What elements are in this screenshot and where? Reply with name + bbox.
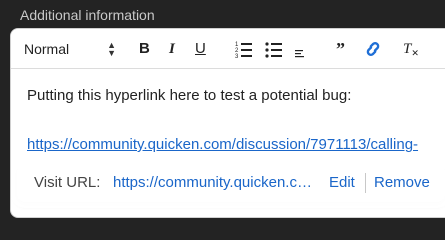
link-button[interactable] [363, 38, 383, 60]
underline-button[interactable]: U [195, 38, 209, 60]
bullet-list-icon [265, 42, 282, 58]
section-label: Additional information [20, 7, 155, 23]
editor-toolbar: Normal ▲ ▼ B I U 1 2 3 ” T✕ [11, 29, 445, 69]
align-button[interactable] [293, 38, 309, 60]
heading-select[interactable]: Normal ▲ ▼ [24, 38, 116, 60]
bullet-list-button[interactable] [265, 38, 283, 60]
quote-icon: ” [336, 39, 345, 59]
ordered-list-button[interactable]: 1 2 3 [235, 38, 253, 60]
svg-text:3: 3 [235, 54, 239, 60]
edit-link-button[interactable]: Edit [329, 174, 355, 191]
hyperlink[interactable]: https://community.quicken.com/discussion… [27, 136, 418, 153]
link-tooltip: Visit URL: https://community.quicken.com… [17, 164, 445, 202]
clear-format-button[interactable]: T✕ [403, 38, 423, 60]
link-icon [366, 42, 380, 56]
italic-button[interactable]: I [169, 38, 183, 60]
visit-url-label: Visit URL: [34, 174, 101, 191]
select-arrows-icon: ▲ ▼ [107, 40, 116, 58]
popup-divider [365, 173, 366, 193]
ordered-list-icon: 1 2 3 [235, 42, 252, 60]
quote-button[interactable]: ” [336, 38, 352, 60]
align-icon [295, 50, 304, 58]
visit-url-link[interactable]: https://community.quicken.com/discussion… [113, 174, 317, 191]
remove-link-button[interactable]: Remove [374, 174, 430, 191]
heading-select-value: Normal [24, 41, 70, 57]
bold-button[interactable]: B [139, 38, 153, 60]
editor-paragraph: Putting this hyperlink here to test a po… [27, 87, 352, 104]
